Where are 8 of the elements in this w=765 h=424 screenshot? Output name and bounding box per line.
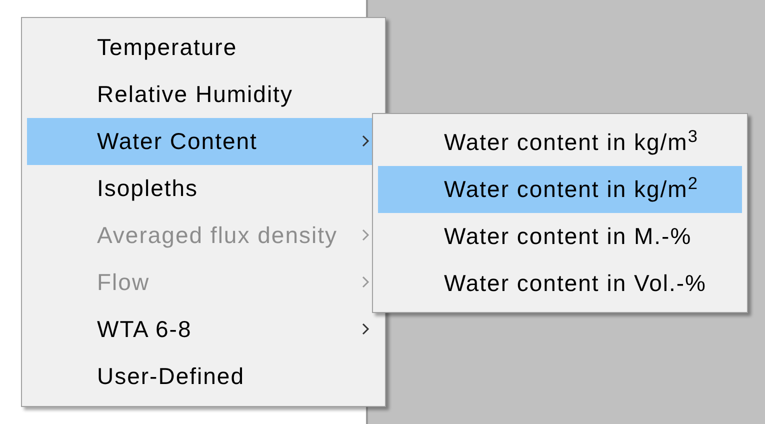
menu-item[interactable]: Water content in M.-% xyxy=(378,213,742,260)
menu-item[interactable]: Water content in kg/m$^{3}$ xyxy=(378,119,742,166)
menu-item[interactable]: User-Defined xyxy=(27,353,380,400)
menu-item[interactable]: Water content in Vol.-% xyxy=(378,260,742,307)
menu-item[interactable]: Relative Humidity xyxy=(27,71,380,118)
menu-item[interactable]: Water content in kg/m$^{2}$ xyxy=(378,166,742,213)
menu-item[interactable]: Temperature xyxy=(27,24,380,71)
menu-item[interactable]: WTA 6-8 xyxy=(27,306,380,353)
